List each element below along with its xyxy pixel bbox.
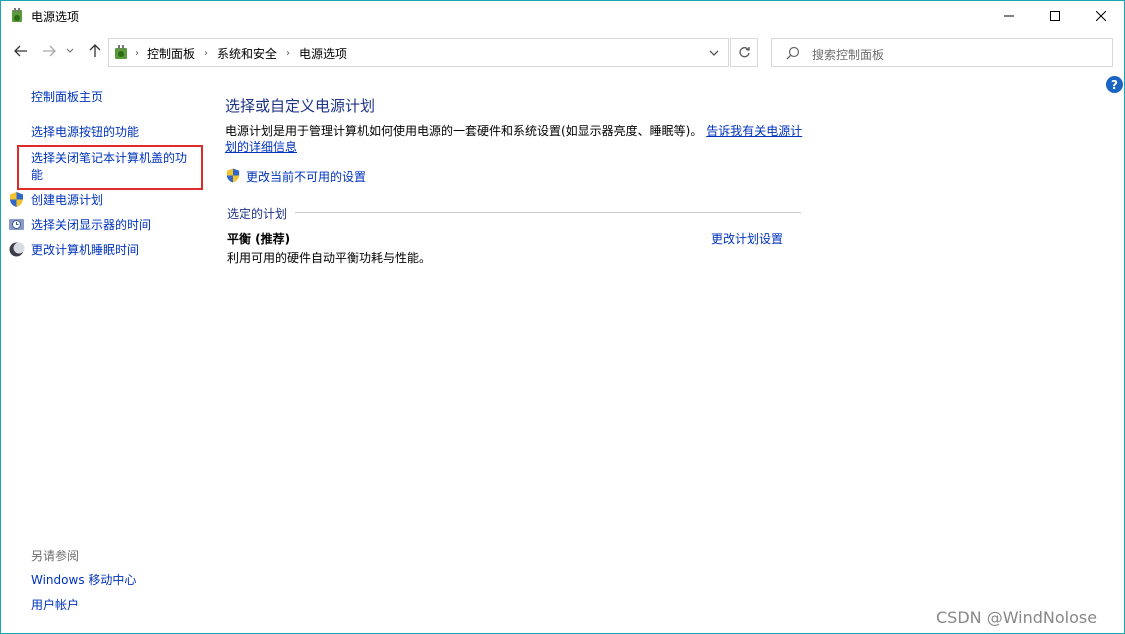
breadcrumb-separator[interactable]: › [286, 48, 290, 59]
breadcrumb-control-panel[interactable]: 控制面板 [147, 45, 195, 62]
breadcrumb-power-options[interactable]: 电源选项 [299, 45, 347, 62]
sidebar-item-home[interactable]: 控制面板主页 [31, 89, 103, 106]
shield-icon [10, 192, 23, 207]
close-button[interactable] [1078, 1, 1124, 31]
up-button[interactable] [85, 41, 105, 61]
see-also-mobility-center[interactable]: Windows 移动中心 [31, 572, 136, 589]
breadcrumb-system-security[interactable]: 系统和安全 [217, 45, 277, 62]
maximize-button[interactable] [1032, 1, 1078, 31]
watermark: CSDN @WindNolose [936, 608, 1098, 627]
plan-description: 利用可用的硬件自动平衡功耗与性能。 [227, 251, 432, 265]
breadcrumb-separator[interactable]: › [135, 48, 139, 59]
refresh-icon [738, 47, 750, 58]
change-plan-settings-link[interactable]: 更改计划设置 [711, 230, 783, 247]
sidebar-item-sleep-time[interactable]: 更改计算机睡眠时间 [31, 242, 139, 259]
arrow-left-icon [14, 45, 27, 57]
forward-button[interactable] [39, 41, 59, 61]
sidebar-item-display-off[interactable]: 选择关闭显示器的时间 [31, 217, 151, 234]
power-options-icon [12, 8, 22, 22]
description-text: 电源计划是用于管理计算机如何使用电源的一套硬件和系统设置(如显示器亮度、睡眠等)… [225, 124, 703, 138]
shield-icon [226, 168, 240, 183]
display-clock-icon [9, 219, 24, 230]
help-icon[interactable]: ? [1106, 76, 1123, 93]
change-unavailable-label[interactable]: 更改当前不可用的设置 [246, 168, 366, 185]
maximize-icon [1050, 11, 1060, 21]
navigation-bar: › 控制面板 › 系统和安全 › 电源选项 搜索控制面板 [1, 31, 1124, 72]
sidebar-item-lid-close-line2[interactable]: 能 [31, 167, 43, 184]
sleep-moon-icon [9, 242, 25, 257]
description: 电源计划是用于管理计算机如何使用电源的一套硬件和系统设置(如显示器亮度、睡眠等)… [225, 123, 805, 155]
see-also-user-accounts[interactable]: 用户帐户 [31, 597, 79, 614]
see-also-heading: 另请参阅 [31, 549, 80, 563]
arrow-right-icon [43, 45, 56, 57]
search-input[interactable]: 搜索控制面板 [771, 38, 1113, 67]
window-title: 电源选项 [31, 10, 80, 24]
selected-plan-heading: 选定的计划 [227, 205, 294, 222]
breadcrumb: › 控制面板 › 系统和安全 › 电源选项 [135, 45, 347, 62]
recent-locations-button[interactable] [64, 41, 76, 61]
divider [295, 212, 801, 213]
chevron-down-icon [66, 48, 74, 53]
search-icon [786, 46, 800, 60]
sidebar-item-power-button[interactable]: 选择电源按钮的功能 [31, 124, 139, 141]
selected-plan-group: 选定的计划 [227, 205, 801, 222]
minimize-button[interactable] [986, 1, 1032, 31]
sidebar: 控制面板主页 选择电源按钮的功能 选择关闭笔记本计算机盖的功 能 创建电源计划 … [1, 72, 213, 632]
title-bar: 电源选项 [1, 1, 1124, 31]
sidebar-item-create-plan[interactable]: 创建电源计划 [31, 192, 103, 209]
back-button[interactable] [11, 41, 31, 61]
close-icon [1096, 11, 1106, 21]
search-placeholder: 搜索控制面板 [812, 48, 885, 62]
page-title: 选择或自定义电源计划 [225, 97, 376, 115]
learn-more-link[interactable]: 告诉我有关电源计 [706, 124, 802, 138]
control-panel-icon [115, 45, 127, 59]
arrow-up-icon [89, 44, 101, 57]
refresh-button[interactable] [730, 38, 758, 67]
breadcrumb-separator[interactable]: › [204, 48, 208, 59]
chevron-down-icon[interactable] [708, 47, 720, 59]
plan-name: 平衡 (推荐) [227, 232, 291, 246]
learn-more-link-line2[interactable]: 划的详细信息 [225, 140, 297, 154]
address-bar[interactable]: › 控制面板 › 系统和安全 › 电源选项 [108, 38, 729, 67]
power-options-window: 电源选项 › 控制面板 › 系统和安全 › 电源选项 搜索控制面板 ? 控制面板… [0, 0, 1125, 634]
sidebar-item-lid-close[interactable]: 选择关闭笔记本计算机盖的功 [31, 150, 187, 167]
minimize-icon [1004, 15, 1014, 17]
